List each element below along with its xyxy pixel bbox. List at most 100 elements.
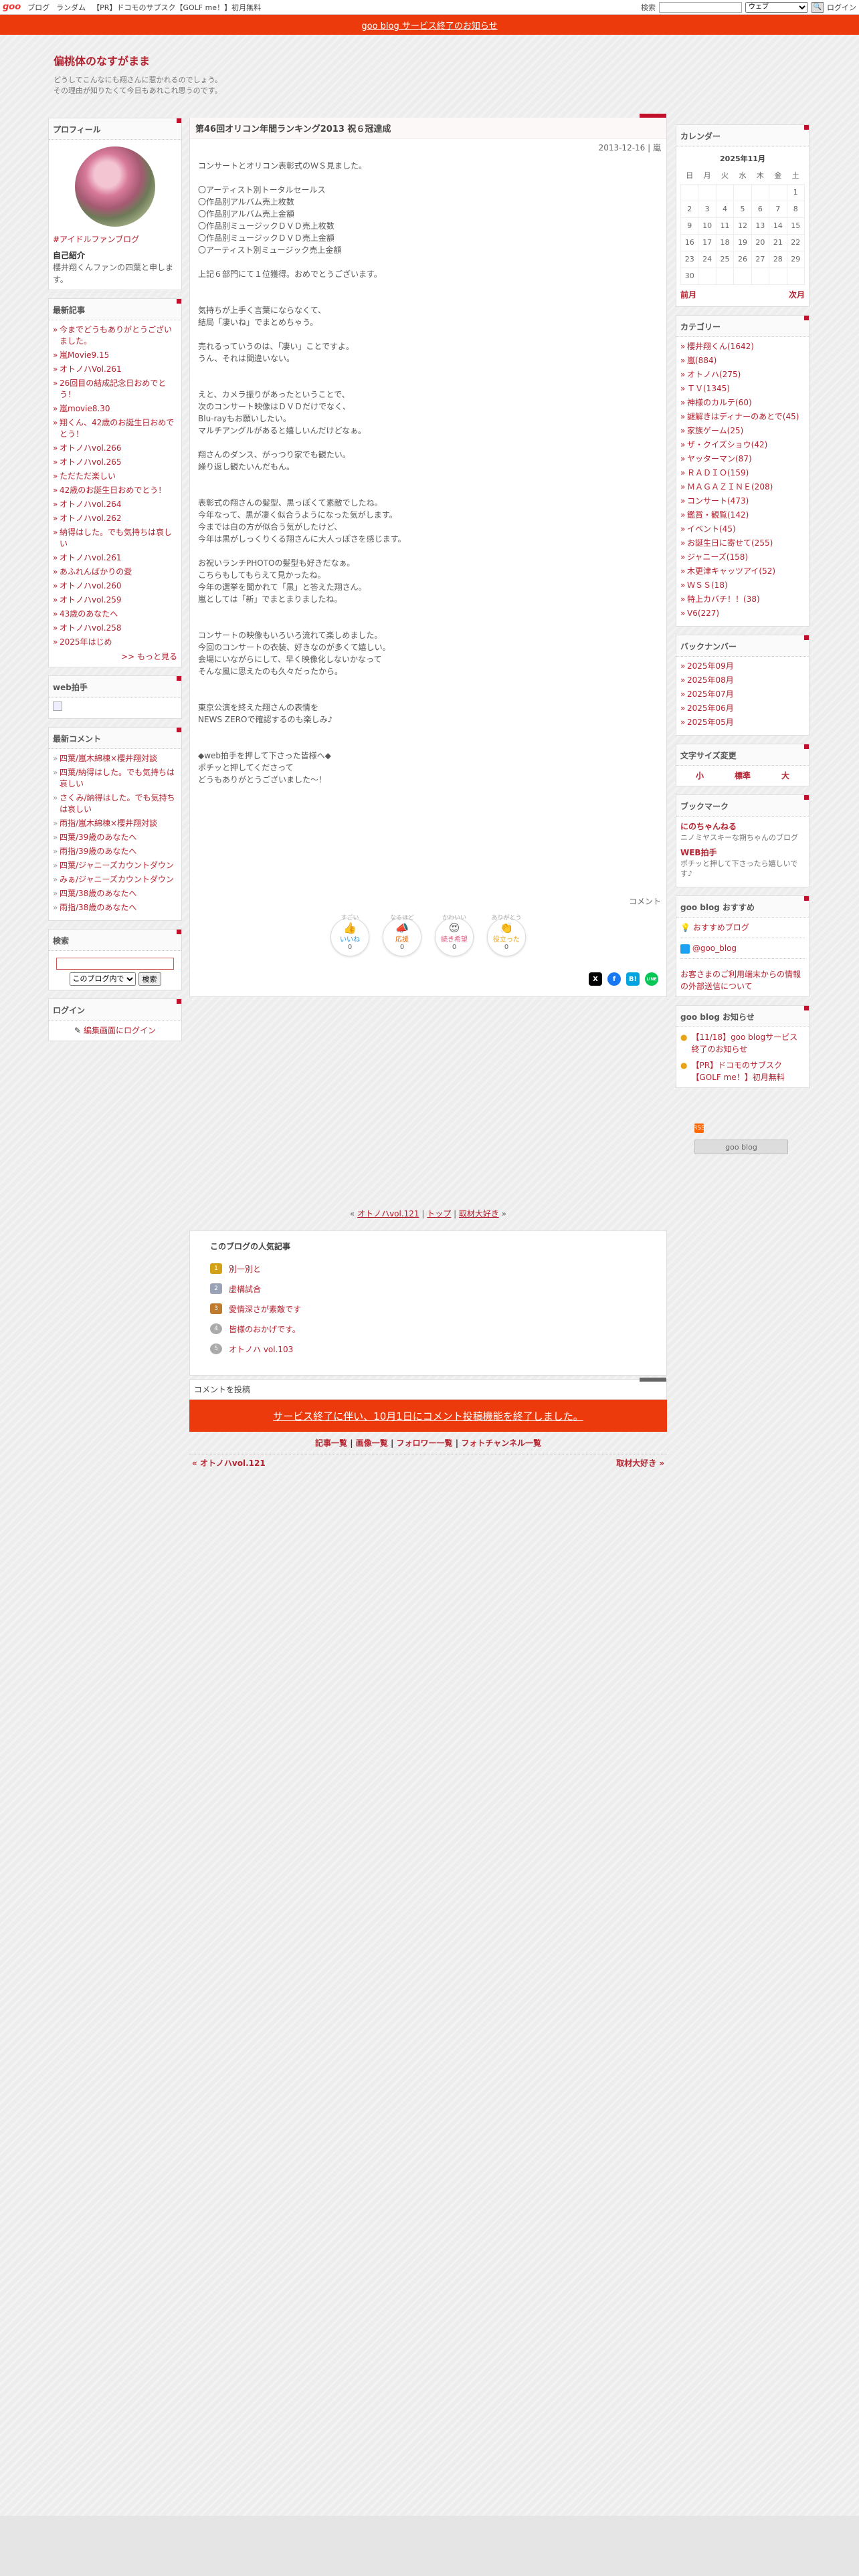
category-item[interactable]: 木更津キャッツアイ(52) <box>680 566 805 577</box>
share-hatena-icon[interactable]: B! <box>626 972 640 986</box>
popular-link[interactable]: 虚構試合 <box>229 1283 261 1295</box>
category-item[interactable]: ＴＶ(1345) <box>680 383 805 395</box>
backnumber-item[interactable]: 2025年06月 <box>680 703 805 714</box>
backnumber-item[interactable]: 2025年08月 <box>680 675 805 686</box>
recent-post-item[interactable]: オトノハvol.261 <box>53 552 177 564</box>
bookmark-link[interactable]: WEB拍手 <box>680 847 805 859</box>
category-item[interactable]: ヤッターマン(87) <box>680 453 805 465</box>
pager-top[interactable]: トップ <box>427 1209 451 1218</box>
info-link[interactable]: 【11/18】goo blogサービス終了のお知らせ <box>691 1031 805 1055</box>
category-item[interactable]: ザ・クイズショウ(42) <box>680 439 805 451</box>
popular-link[interactable]: 愛情深さが素敵です <box>229 1303 301 1315</box>
recent-post-item[interactable]: 43歳のあなたへ <box>53 609 177 620</box>
blog-title[interactable]: 偏桃体のなすがまま <box>54 52 455 68</box>
font-small-button[interactable]: 小 <box>696 770 704 782</box>
external-info-link[interactable]: お客さまのご利用端末からの情報の外部送信について <box>680 970 801 991</box>
category-item[interactable]: ＭＡＧＡＺＩＮＥ(208) <box>680 481 805 493</box>
popular-item[interactable]: 3 愛情深さが素敵です <box>210 1299 646 1319</box>
recent-comment-item[interactable]: 四葉/ジャニーズカウントダウン <box>53 860 177 871</box>
recent-post-item[interactable]: あふれんばかりの愛 <box>53 566 177 578</box>
share-line-icon[interactable]: LINE <box>645 972 658 986</box>
blog-search-input[interactable] <box>56 958 174 970</box>
rss-icon[interactable]: RSS <box>693 1123 705 1133</box>
recent-post-item[interactable]: 翔くん、42歳のお誕生日おめでとう！ <box>53 417 177 440</box>
link-photo-channel[interactable]: フォトチャンネル一覧 <box>461 1438 541 1448</box>
popular-item[interactable]: 4 皆様のおかげです。 <box>210 1319 646 1339</box>
toolbar-link-pr[interactable]: 【PR】ドコモのサブスク【GOLF me！】初月無料 <box>92 2 261 13</box>
blog-search-button[interactable]: 検索 <box>138 972 161 986</box>
category-item[interactable]: ジャニーズ(158) <box>680 552 805 563</box>
category-item[interactable]: お誕生日に寄せて(255) <box>680 538 805 549</box>
share-x-icon[interactable]: X <box>589 972 602 986</box>
popular-item[interactable]: 2 虚構試合 <box>210 1279 646 1299</box>
calendar-next[interactable]: 次月 <box>789 289 805 301</box>
more-posts-link[interactable]: >> もっと見る <box>53 651 177 663</box>
category-item[interactable]: 特上カバチ！！(38) <box>680 594 805 605</box>
calendar-prev[interactable]: 前月 <box>680 289 696 301</box>
blog-search-scope[interactable]: このブログ内で <box>69 972 136 986</box>
category-item[interactable]: 謎解きはディナーのあとで(45) <box>680 411 805 423</box>
recent-post-item[interactable]: オトノハvol.258 <box>53 623 177 634</box>
category-item[interactable]: 鑑賞・観覧(142) <box>680 510 805 521</box>
popular-item[interactable]: 1 別一別と <box>210 1259 646 1279</box>
goo-logo[interactable]: goo <box>3 2 21 12</box>
global-search-input[interactable] <box>659 1 742 13</box>
category-item[interactable]: イベント(45) <box>680 524 805 535</box>
recent-post-item[interactable]: オトノハvol.265 <box>53 457 177 468</box>
font-large-button[interactable]: 大 <box>781 770 789 782</box>
login-link[interactable]: ログイン <box>827 2 856 13</box>
category-item[interactable]: 櫻井翔くん(1642) <box>680 341 805 352</box>
recent-post-item[interactable]: オトノハvol.264 <box>53 499 177 510</box>
search-icon[interactable]: 🔍 <box>812 1 824 13</box>
edit-login-link[interactable]: 編集画面にログイン <box>84 1026 156 1035</box>
recent-comment-item[interactable]: 雨指/38歳のあなたへ <box>53 902 177 914</box>
popular-link[interactable]: 別一別と <box>229 1263 261 1275</box>
recent-comment-item[interactable]: 四葉/嵐木綿棟×櫻井翔対談 <box>53 753 177 764</box>
recent-comment-item[interactable]: 雨指/嵐木綿棟×櫻井翔対談 <box>53 818 177 829</box>
toolbar-link-blog[interactable]: ブログ <box>27 2 50 13</box>
webclap-image-icon[interactable] <box>53 702 62 711</box>
recent-comment-item[interactable]: 四葉/38歳のあなたへ <box>53 888 177 899</box>
category-item[interactable]: ＷＳＳ(18) <box>680 580 805 591</box>
backnumber-item[interactable]: 2025年09月 <box>680 661 805 672</box>
pager-prev[interactable]: オトノハvol.121 <box>357 1209 419 1218</box>
comment-link[interactable]: コメント <box>190 891 666 911</box>
category-item[interactable]: 神様のカルテ(60) <box>680 397 805 409</box>
goo-blog-button[interactable]: goo blog <box>694 1140 788 1154</box>
popular-link[interactable]: オトノハ vol.103 <box>229 1344 293 1355</box>
recent-post-item[interactable]: オトノハvol.259 <box>53 595 177 606</box>
comment-closed-link[interactable]: サービス終了に伴い、10月1日にコメント投稿機能を終了しました。 <box>273 1409 583 1423</box>
link-image-list[interactable]: 画像一覧 <box>356 1438 388 1448</box>
recent-post-item[interactable]: オトノハVol.261 <box>53 364 177 375</box>
recent-post-item[interactable]: 42歳のお誕生日おめでとう！ <box>53 485 177 496</box>
recent-post-item[interactable]: 嵐Movie9.15 <box>53 350 177 361</box>
bottom-next-link[interactable]: 取材大好き » <box>616 1457 664 1469</box>
recent-post-item[interactable]: オトノハvol.260 <box>53 580 177 592</box>
category-item[interactable]: ＲＡＤＩＯ(159) <box>680 467 805 479</box>
toolbar-link-random[interactable]: ランダム <box>56 2 86 13</box>
recent-comment-item[interactable]: さくみ/納得はした。でも気持ちは哀しい <box>53 792 177 815</box>
backnumber-item[interactable]: 2025年05月 <box>680 717 805 728</box>
reaction-button[interactable]: すごい 👍 いいね 0 <box>330 915 369 956</box>
recommend-blog-link[interactable]: おすすめブログ <box>693 923 749 932</box>
reaction-button[interactable]: かわいい 😍 続き希望 0 <box>435 915 474 956</box>
recent-post-item[interactable]: 今までどうもありがとうございました。 <box>53 324 177 347</box>
link-follower-list[interactable]: フォロワー一覧 <box>397 1438 453 1448</box>
recent-post-item[interactable]: 嵐movie8.30 <box>53 403 177 415</box>
twitter-link[interactable]: @goo_blog <box>692 944 737 953</box>
recent-post-item[interactable]: オトノハvol.262 <box>53 513 177 524</box>
entry-category[interactable]: 嵐 <box>653 143 661 152</box>
pager-next[interactable]: 取材大好き <box>459 1209 499 1218</box>
popular-link[interactable]: 皆様のおかげです。 <box>229 1323 300 1335</box>
recent-comment-item[interactable]: 四葉/納得はした。でも気持ちは哀しい <box>53 767 177 790</box>
backnumber-item[interactable]: 2025年07月 <box>680 689 805 700</box>
category-item[interactable]: コンサート(473) <box>680 496 805 507</box>
recent-comment-item[interactable]: 雨指/39歳のあなたへ <box>53 846 177 857</box>
bottom-prev-link[interactable]: « オトノハvol.121 <box>192 1457 266 1469</box>
popular-item[interactable]: 5 オトノハ vol.103 <box>210 1339 646 1359</box>
search-scope-select[interactable]: ウェブ <box>745 1 808 13</box>
service-end-notice-link[interactable]: goo blog サービス終了のお知らせ <box>361 19 497 31</box>
reaction-button[interactable]: ありがとう 👏 役立った 0 <box>487 915 526 956</box>
recent-post-item[interactable]: 26回目の結成記念日おめでとう！ <box>53 378 177 401</box>
recent-comment-item[interactable]: みぁ/ジャニーズカウントダウン <box>53 874 177 885</box>
